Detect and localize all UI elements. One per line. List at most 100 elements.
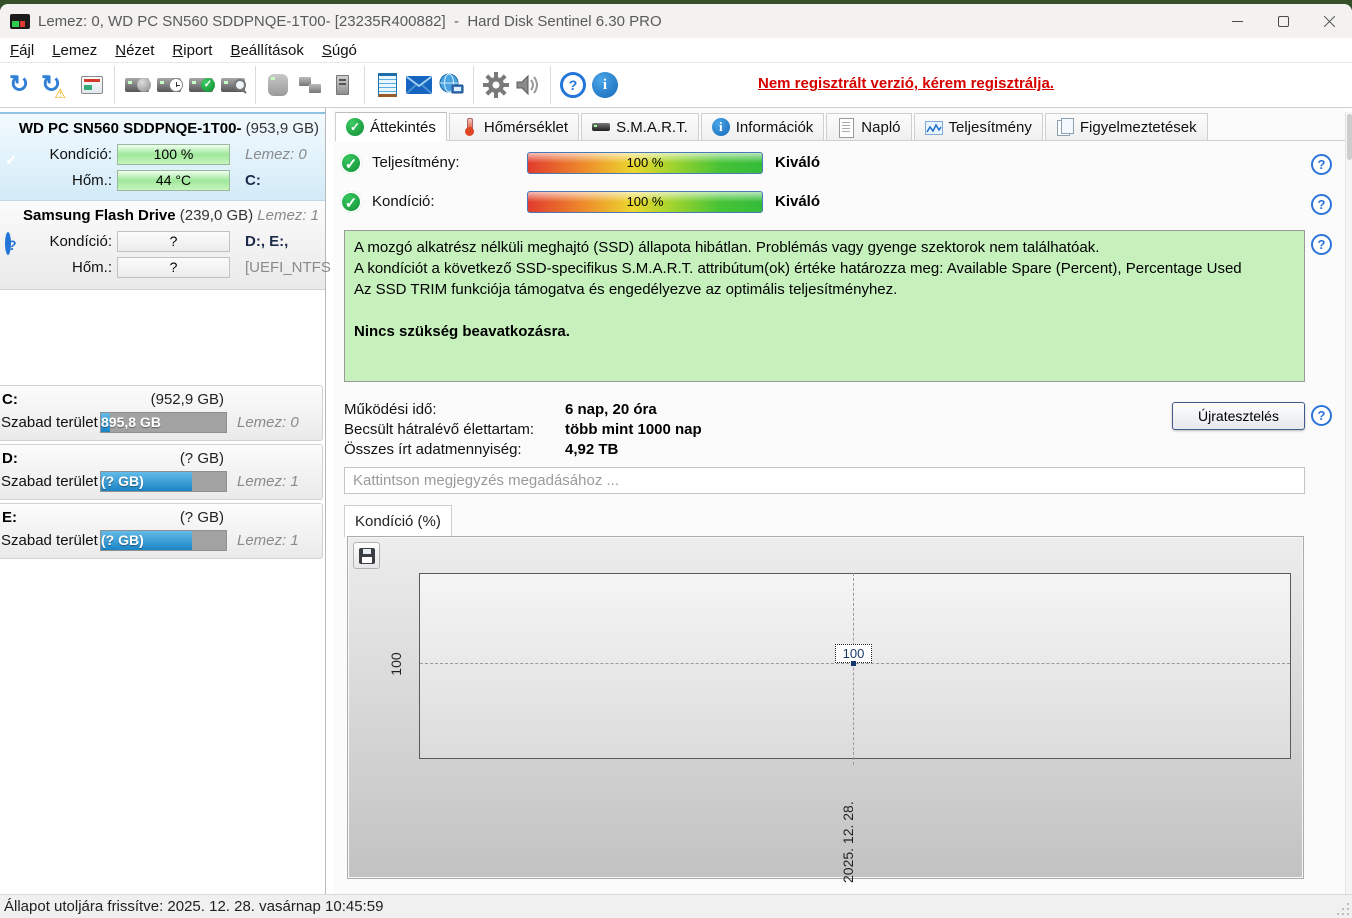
network-globe-icon (439, 73, 464, 94)
close-button[interactable] (1306, 4, 1352, 38)
tab-naplo[interactable]: Napló (826, 113, 912, 140)
help-icon[interactable] (1311, 234, 1332, 255)
device-tree-button[interactable] (327, 68, 357, 102)
stat-row: Becsült hátralévő élettartam: több mint … (344, 421, 944, 441)
hardware-button[interactable] (295, 68, 325, 102)
email-button[interactable] (404, 68, 434, 102)
free-space-label: Szabad terület (1, 414, 98, 431)
tab-label: Napló (861, 118, 901, 136)
device-title: Samsung Flash Drive (239,0 GB) Lemez: 1 (0, 207, 319, 224)
partition-card-c[interactable]: C: (952,9 GB) Szabad terület 895,8 GB Le… (0, 385, 323, 441)
network-button[interactable] (436, 68, 466, 102)
hdd-inactive-button[interactable] (263, 68, 293, 102)
partition-free-row: Szabad terület (? GB) Lemez: 1 (0, 530, 322, 554)
refresh-button[interactable]: ↻ (4, 68, 34, 102)
free-space-label: Szabad terület (1, 473, 98, 490)
partition-free-row: Szabad terület (? GB) Lemez: 1 (0, 471, 322, 495)
performance-gauge-row: Teljesítmény: 100 % Kiváló (340, 152, 1330, 174)
thermometer-icon (460, 118, 478, 136)
resize-grip[interactable] (1336, 902, 1350, 916)
help-icon[interactable] (1311, 194, 1332, 215)
status-text: Állapot utoljára frissítve: 2025. 12. 28… (4, 898, 384, 915)
tab-informaciok[interactable]: Információk (700, 113, 825, 140)
disk-schedule-button[interactable] (154, 68, 184, 102)
tab-teljesitmeny[interactable]: Teljesítmény (913, 113, 1043, 140)
settings-gear-icon (483, 72, 509, 98)
refresh-warning-button[interactable]: ↻ ⚠ (36, 68, 66, 102)
maximize-button[interactable] (1260, 4, 1306, 38)
temperature-bar: 44 °C (117, 170, 230, 191)
health-line: Az SSD TRIM funkciója támogatva és enged… (354, 281, 898, 298)
sound-speaker-icon (516, 74, 538, 96)
menu-fajl[interactable]: Fájl (0, 42, 43, 59)
partition-card-d[interactable]: D: (? GB) Szabad terület (? GB) Lemez: 1 (0, 444, 323, 500)
window-title: Lemez: 0, WD PC SN560 SDDPNQE-1T00- [232… (38, 12, 662, 30)
scrollbar-thumb[interactable] (1347, 114, 1352, 160)
menu-beallitasok[interactable]: Beállítások (221, 42, 312, 59)
partition-size: (? GB) (179, 509, 224, 526)
toolbar-separator (364, 66, 365, 104)
check-badge-icon (201, 78, 215, 92)
help-circle-icon: ? (560, 72, 586, 98)
disk-number: Lemez: 1 (237, 473, 299, 490)
lifetime-value: több mint 1000 nap (565, 421, 702, 438)
menu-accel: N (115, 41, 127, 59)
menu-label: ézet (126, 41, 155, 59)
menu-label: eállítások (240, 41, 304, 59)
free-space-value: 895,8 GB (101, 414, 161, 430)
menu-riport[interactable]: Riport (163, 42, 221, 59)
device-name: Samsung Flash Drive (23, 207, 176, 224)
partition-free-row: Szabad terület 895,8 GB Lemez: 0 (0, 412, 322, 436)
tab-figyelmeztetesek[interactable]: Figyelmeztetések (1044, 113, 1208, 140)
report-notepad-icon (377, 73, 397, 97)
retest-button[interactable]: Újratesztelés (1172, 402, 1305, 430)
partition-card-e[interactable]: E: (? GB) Szabad terület (? GB) Lemez: 1 (0, 503, 323, 559)
tab-homerseklet[interactable]: Hőmérséklet (448, 113, 580, 140)
performance-rating: Kiváló (775, 154, 821, 171)
menu-sugo[interactable]: Súgó (313, 42, 366, 59)
device-card-wd[interactable]: WD PC SN560 SDDPNQE-1T00- (953,9 GB) Kon… (0, 112, 325, 201)
vertical-scrollbar[interactable] (1345, 112, 1352, 894)
chart-tab-kondicio[interactable]: Kondíció (%) (344, 505, 452, 537)
minimize-button[interactable] (1214, 4, 1260, 38)
device-size: (953,9 GB) (245, 120, 319, 137)
content-area: WD PC SN560 SDDPNQE-1T00- (953,9 GB) Kon… (0, 108, 1352, 894)
device-size: (239,0 GB) (179, 207, 254, 224)
menu-nezet[interactable]: Nézet (106, 42, 163, 59)
menu-lemez[interactable]: Lemez (43, 42, 106, 59)
toolbar: ↻ ↻⚠ ? i Nem regisztrált verzió, kérem r… (0, 62, 1352, 108)
report-button[interactable] (372, 68, 402, 102)
device-title: WD PC SN560 SDDPNQE-1T00- (953,9 GB) (0, 120, 319, 137)
app-icon (10, 13, 30, 29)
tab-label: Áttekintés (370, 118, 436, 136)
health-action: Nincs szükség beavatkozásra. (354, 323, 570, 340)
disk-number: Lemez: 1 (257, 207, 319, 224)
help-icon[interactable] (1311, 154, 1332, 175)
disk-properties-button[interactable] (77, 68, 107, 102)
total-written-label: Összes írt adatmennyiség: (344, 441, 522, 458)
comment-input[interactable] (344, 467, 1305, 494)
info-button[interactable]: i (590, 68, 620, 102)
hdd-inactive-icon (268, 74, 288, 96)
save-chart-button[interactable] (353, 542, 380, 569)
partition-header: D: (? GB) (0, 445, 322, 471)
temperature-bar: ? (117, 257, 230, 278)
disk-surface-test-button[interactable] (122, 68, 152, 102)
menu-label: emez (60, 41, 98, 59)
sound-button[interactable] (513, 68, 543, 102)
menu-label: úgó (331, 41, 357, 59)
tab-smart[interactable]: S.M.A.R.T. (581, 113, 699, 140)
disk-surface-test-icon (125, 78, 151, 92)
help-button[interactable]: ? (558, 68, 588, 102)
status-bar: Állapot utoljára frissítve: 2025. 12. 28… (0, 894, 1352, 918)
menu-label: iport (183, 41, 213, 59)
settings-button[interactable] (481, 68, 511, 102)
tab-attekintes[interactable]: Áttekintés (335, 112, 447, 141)
disk-number: Lemez: 0 (245, 146, 307, 163)
disk-search-button[interactable] (218, 68, 248, 102)
register-notice-link[interactable]: Nem regisztrált verzió, kérem regisztrál… (758, 75, 1054, 92)
disk-status-button[interactable] (186, 68, 216, 102)
performance-chart-icon (924, 121, 943, 135)
device-card-samsung[interactable]: Samsung Flash Drive (239,0 GB) Lemez: 1 … (0, 201, 331, 290)
help-icon[interactable] (1311, 405, 1332, 426)
